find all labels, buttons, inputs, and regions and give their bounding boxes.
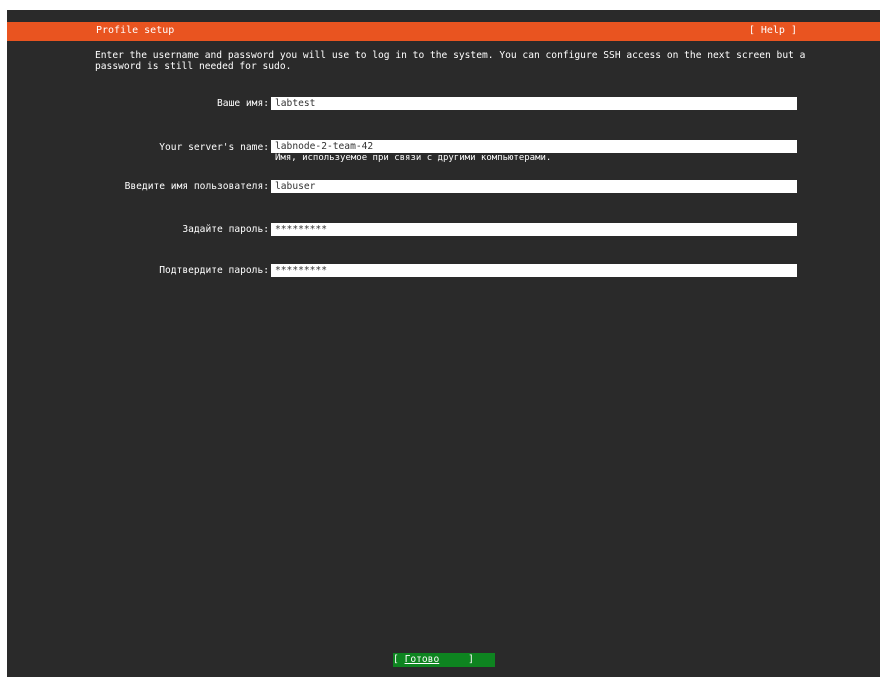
help-button[interactable]: [ Help ] [749,25,797,36]
server-name-hint: Имя, используемое при связи с другими ко… [275,153,552,163]
password-label: Задайте пароль: [182,224,269,235]
username-label: Введите имя пользователя: [124,181,269,192]
password-field[interactable]: ********* [271,223,797,236]
server-name-field[interactable]: labnode-2-team-42 [271,140,797,153]
header-bar: Profile setup [ Help ] [7,22,880,41]
installer-screen: Profile setup [ Help ] Enter the usernam… [7,10,880,677]
done-button-close-bracket: ] [439,654,474,665]
page-title: Profile setup [96,25,175,36]
intro-text: Enter the username and password you will… [95,50,806,72]
username-field[interactable]: labuser [271,180,797,193]
confirm-password-field[interactable]: ********* [271,264,797,277]
confirm-password-label: Подтвердите пароль: [159,265,269,276]
done-button-open-bracket: [ [393,654,405,665]
done-button[interactable]: [ Готово ] [393,653,495,667]
server-name-label: Your server's name: [159,142,269,153]
name-field[interactable]: labtest [271,97,797,110]
done-button-label: Готово [404,654,440,665]
name-label: Ваше имя: [217,98,269,109]
